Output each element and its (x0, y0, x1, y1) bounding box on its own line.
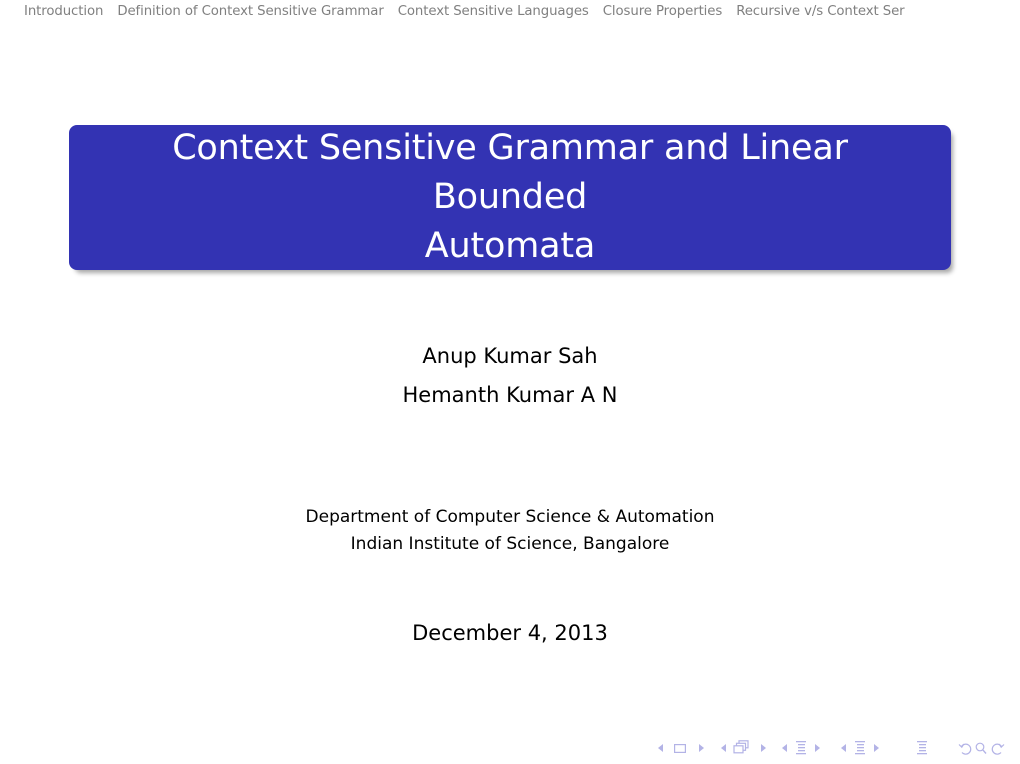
navigation-symbols (0, 738, 1020, 758)
forward-icon[interactable] (990, 738, 1006, 758)
nav-section-closure-properties[interactable]: Closure Properties (603, 0, 723, 24)
prev-section-icon[interactable] (840, 738, 848, 758)
institute-department: Department of Computer Science & Automat… (305, 507, 715, 527)
prev-frame-icon[interactable] (720, 738, 728, 758)
prev-subsection-icon[interactable] (781, 738, 789, 758)
next-slide-icon[interactable] (697, 738, 705, 758)
nav-section-definition-csg[interactable]: Definition of Context Sensitive Grammar (117, 0, 383, 24)
frame-icon[interactable] (732, 738, 750, 758)
document-icon[interactable] (916, 738, 928, 758)
title-line-2: Automata (424, 226, 596, 266)
institute-name: Indian Institute of Science, Bangalore (350, 534, 670, 554)
title-block-container: Context Sensitive Grammar and Linear Bou… (69, 125, 951, 270)
author-1: Anup Kumar Sah (422, 344, 598, 368)
next-frame-icon[interactable] (759, 738, 767, 758)
section-navigation-bar: Introduction Definition of Context Sensit… (0, 0, 1020, 24)
nav-section-introduction[interactable]: Introduction (0, 0, 103, 24)
subsection-icon[interactable] (795, 738, 807, 758)
prev-slide-icon[interactable] (657, 738, 665, 758)
next-section-icon[interactable] (872, 738, 880, 758)
section-icon[interactable] (854, 738, 866, 758)
nav-section-cs-languages[interactable]: Context Sensitive Languages (398, 0, 589, 24)
title-line-1: Context Sensitive Grammar and Linear Bou… (172, 128, 848, 217)
nav-section-recursive-vs-context[interactable]: Recursive v/s Context Ser (736, 0, 904, 24)
presentation-title: Context Sensitive Grammar and Linear Bou… (69, 124, 951, 271)
slide-icon[interactable] (673, 738, 687, 758)
search-icon[interactable] (974, 738, 988, 758)
title-block: Context Sensitive Grammar and Linear Bou… (69, 125, 951, 270)
author-2: Hemanth Kumar A N (402, 383, 618, 407)
back-icon[interactable] (957, 738, 973, 758)
presentation-date: December 4, 2013 (412, 621, 608, 645)
next-subsection-icon[interactable] (813, 738, 821, 758)
